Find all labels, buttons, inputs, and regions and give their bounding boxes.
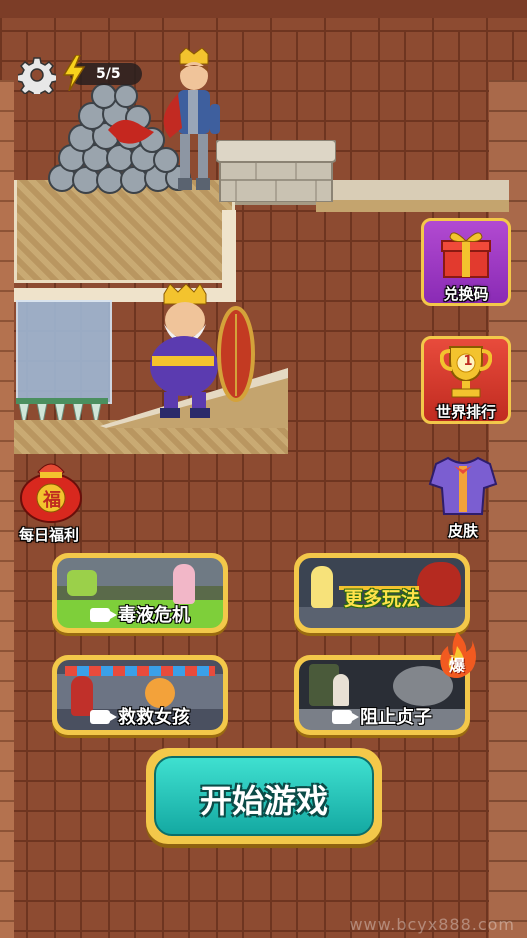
mode-card-more-modes[interactable]: 更多玩法	[294, 553, 470, 633]
trophy-icon	[440, 346, 492, 398]
mode-label: 更多玩法	[343, 588, 420, 610]
mode-label: 毒液危机	[52, 601, 228, 627]
mode-card-venom-crisis[interactable]: 毒液危机	[52, 553, 228, 633]
upper-ledge-right	[316, 200, 509, 212]
gear-icon[interactable]	[18, 56, 56, 94]
world-rank-label: 世界排行	[435, 403, 496, 421]
redeem-code-label: 兑换码	[443, 285, 489, 303]
girl-character	[173, 564, 195, 604]
start-game-label: 开始游戏	[199, 782, 328, 820]
stone-well	[216, 140, 336, 202]
mode-label: 救救女孩	[52, 703, 228, 729]
top-band	[0, 0, 527, 18]
fat-king-character	[150, 284, 255, 418]
start-game-inner: 开始游戏	[154, 756, 374, 836]
pipe-image	[67, 570, 97, 596]
world-rank-button[interactable]: 1 世界排行	[421, 336, 511, 424]
shirt-icon	[428, 456, 498, 515]
hot-badge: 爆	[438, 632, 476, 678]
hero-king-character	[163, 48, 220, 190]
daily-bonus-button[interactable]: 福 每日福利	[10, 452, 96, 544]
upper-ledge-block	[14, 180, 235, 283]
video-camera-icon	[332, 710, 359, 724]
gift-icon	[441, 232, 491, 278]
video-camera-icon	[90, 608, 117, 622]
lightning-bolt-icon	[62, 55, 86, 91]
video-camera-icon	[90, 710, 117, 724]
mode-card-save-girl[interactable]: 救救女孩	[52, 655, 228, 735]
start-game-button[interactable]: 开始游戏	[146, 748, 382, 844]
trophy-rank-number: 1	[463, 354, 473, 369]
hot-badge-label: 爆	[448, 656, 465, 675]
skin-label: 皮肤	[447, 522, 478, 540]
redeem-code-button[interactable]: 兑换码	[421, 218, 511, 306]
gem-row-image	[65, 666, 215, 676]
lucky-bag-character: 福	[43, 490, 61, 511]
boy-character	[333, 674, 349, 706]
glass-panel	[16, 300, 112, 404]
energy-count: 5/5	[96, 66, 121, 82]
mode-label: 阻止贞子	[294, 703, 470, 729]
daily-bonus-label: 每日福利	[18, 526, 79, 544]
skin-button[interactable]: 皮肤	[420, 454, 506, 540]
watermark: www.bcyx888.com	[349, 915, 515, 934]
